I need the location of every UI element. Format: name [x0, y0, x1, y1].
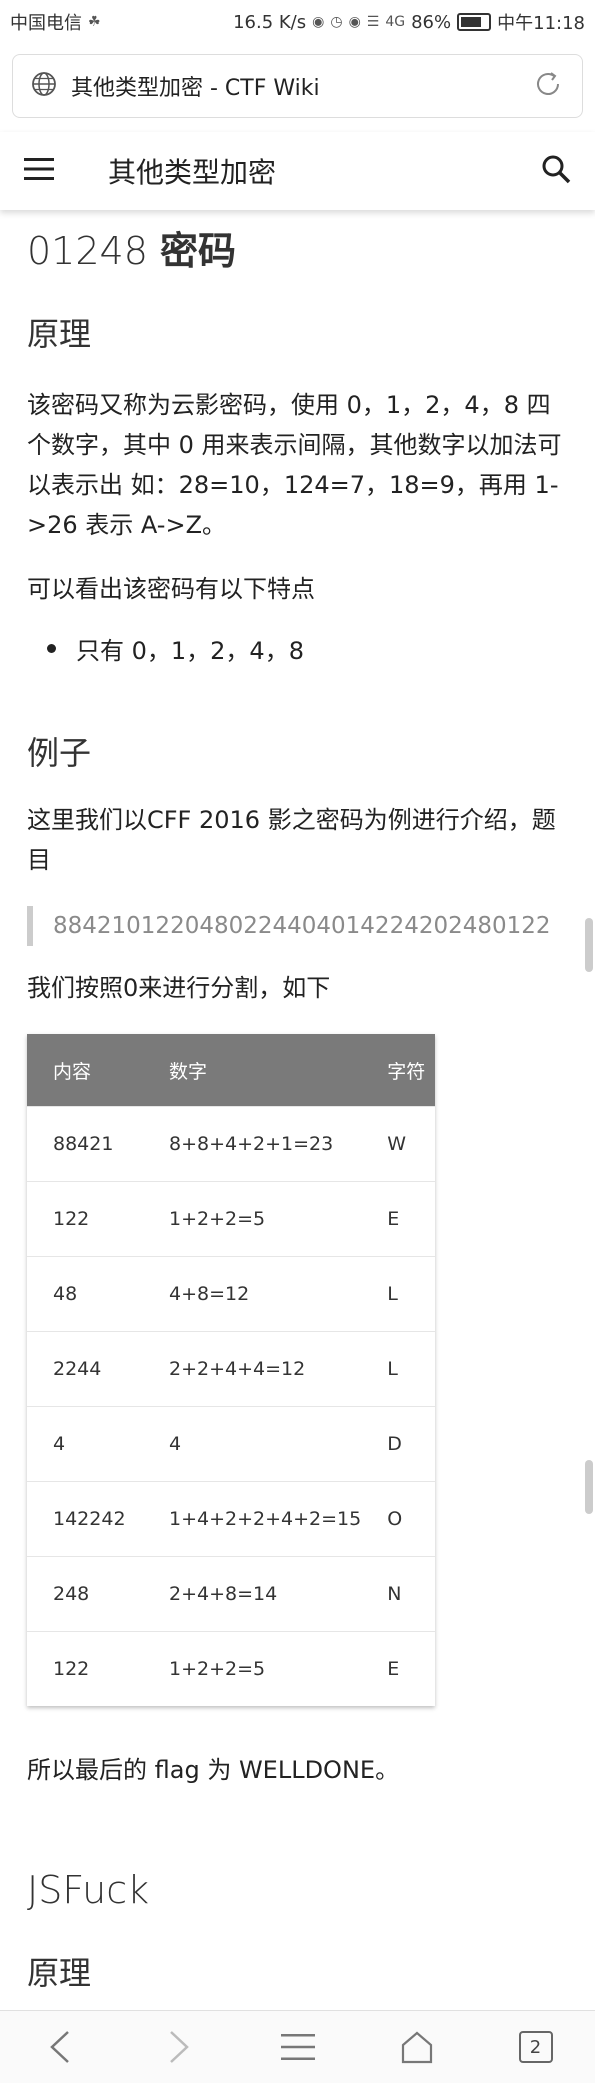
- table-row: 122 1+2+2=5 E: [27, 1631, 435, 1706]
- table-cell: 48: [27, 1256, 143, 1332]
- search-icon[interactable]: [541, 154, 571, 188]
- table-cell: 142242: [27, 1481, 143, 1557]
- table-cell: 248: [27, 1556, 143, 1632]
- tabs-button[interactable]: 2: [506, 2017, 566, 2077]
- section-heading-jsfuck: JSFuck: [27, 1868, 150, 1912]
- table-row: 2244 2+2+4+4=12 L: [27, 1331, 435, 1407]
- headset-icon: ◉: [312, 14, 325, 30]
- table-row: 48 4+8=12 L: [27, 1256, 435, 1332]
- table-header-cell: 数字: [143, 1034, 362, 1107]
- globe-icon: [31, 71, 57, 101]
- scrollbar-thumb[interactable]: [585, 918, 593, 972]
- app-title: 其他类型加密: [108, 156, 277, 189]
- table-cell: 122: [27, 1631, 143, 1706]
- table-cell: E: [361, 1181, 435, 1257]
- hamburger-icon: [280, 2034, 315, 2060]
- table-cell: 4: [27, 1406, 143, 1482]
- split-paragraph: 我们按照0来进行分割，如下: [27, 974, 331, 1002]
- wifi-icon: ☰: [366, 14, 380, 30]
- alarm-icon: ◷: [330, 14, 343, 30]
- principle-heading: 原理: [27, 315, 92, 353]
- conclusion-paragraph: 所以最后的 flag 为 WELLDONE。: [27, 1756, 400, 1784]
- battery-percent: 86%: [411, 11, 452, 33]
- scrollbar-thumb[interactable]: [585, 1460, 593, 1514]
- table-cell: O: [361, 1481, 435, 1557]
- table-row: 122 1+2+2=5 E: [27, 1181, 435, 1257]
- eye-icon: ◉: [348, 14, 361, 30]
- tab-count: 2: [518, 2031, 553, 2063]
- table-row: 4 4 D: [27, 1406, 435, 1482]
- table-cell: W: [361, 1106, 435, 1182]
- carrier-label: 中国电信: [10, 13, 82, 34]
- example-paragraph: 这里我们以CFF 2016 影之密码为例进行介绍，题目: [27, 806, 556, 874]
- table-cell: 1+2+2=5: [143, 1631, 362, 1706]
- table-row: 88421 8+8+4+2+1=23 W: [27, 1106, 435, 1182]
- table-cell: 1+2+2=5: [143, 1181, 362, 1257]
- table-header-row: 内容 数字 字符: [27, 1034, 435, 1107]
- table-cell: 122: [27, 1181, 143, 1257]
- table-cell: 2+4+8=14: [143, 1556, 362, 1632]
- table-cell: 88421: [27, 1106, 143, 1182]
- principle-paragraph: 该密码又称为云影密码，使用 0，1，2，4，8 四个数字，其中 0 用来表示间隔…: [27, 391, 562, 539]
- features-intro: 可以看出该密码有以下特点: [27, 575, 315, 603]
- table-row: 248 2+4+8=14 N: [27, 1556, 435, 1632]
- table-cell: L: [361, 1331, 435, 1407]
- network-speed: 16.5 K/s: [233, 11, 307, 33]
- table-cell: 8+8+4+2+1=23: [143, 1106, 362, 1182]
- chevron-right-icon: [169, 2031, 189, 2063]
- table-header-cell: 字符: [361, 1034, 435, 1107]
- list-item: 只有 0，1，2，4，8: [47, 631, 567, 666]
- cipher-quote: 8842101220480224404014224202480122: [27, 906, 567, 946]
- table-cell: E: [361, 1631, 435, 1706]
- example-heading: 例子: [27, 734, 92, 772]
- cipher-table: 内容 数字 字符 88421 8+8+4+2+1=23 W 122 1+2+2=…: [27, 1034, 435, 1706]
- battery-icon: [457, 13, 492, 31]
- refresh-icon[interactable]: [532, 68, 564, 104]
- app-header: 其他类型加密: [0, 132, 595, 210]
- clock: 中午11:18: [497, 13, 585, 34]
- back-button[interactable]: [30, 2017, 90, 2077]
- home-icon: [401, 2031, 432, 2064]
- status-bar: 中国电信 ☘ 16.5 K/s ◉ ◷ ◉ ☰ 4G 86% 中午11:18: [0, 0, 595, 44]
- section-heading-01248: 01248 密码: [27, 229, 236, 273]
- chevron-left-icon: [49, 2031, 69, 2063]
- table-cell: L: [361, 1256, 435, 1332]
- table-cell: 1+4+2+2+4+2=15: [143, 1481, 362, 1557]
- bullet-dot: [47, 644, 56, 653]
- signal-label: 4G: [385, 14, 406, 30]
- article-content: 01248 密码 原理 该密码又称为云影密码，使用 0，1，2，4，8 四个数字…: [27, 220, 567, 1994]
- forward-button[interactable]: [149, 2017, 209, 2077]
- table-cell: 2244: [27, 1331, 143, 1407]
- menu-icon[interactable]: [24, 158, 54, 184]
- table-header-cell: 内容: [27, 1034, 143, 1107]
- browser-bottom-bar: 2: [0, 2010, 595, 2083]
- page-title-url: 其他类型加密 - CTF Wiki: [71, 76, 320, 101]
- table-cell: 4: [143, 1406, 362, 1482]
- table-cell: D: [361, 1406, 435, 1482]
- table-cell: N: [361, 1556, 435, 1632]
- table-cell: 4+8=12: [143, 1256, 362, 1332]
- home-button[interactable]: [387, 2017, 447, 2077]
- table-row: 142242 1+4+2+2+4+2=15 O: [27, 1481, 435, 1557]
- url-bar[interactable]: 其他类型加密 - CTF Wiki: [12, 54, 583, 118]
- cipher-table-wrapper: 内容 数字 字符 88421 8+8+4+2+1=23 W 122 1+2+2=…: [27, 1034, 567, 1706]
- menu-button[interactable]: [268, 2017, 328, 2077]
- jsfuck-principle-heading: 原理: [27, 1954, 92, 1992]
- table-cell: 2+2+4+4=12: [143, 1331, 362, 1407]
- leaf-icon: ☘: [88, 14, 101, 30]
